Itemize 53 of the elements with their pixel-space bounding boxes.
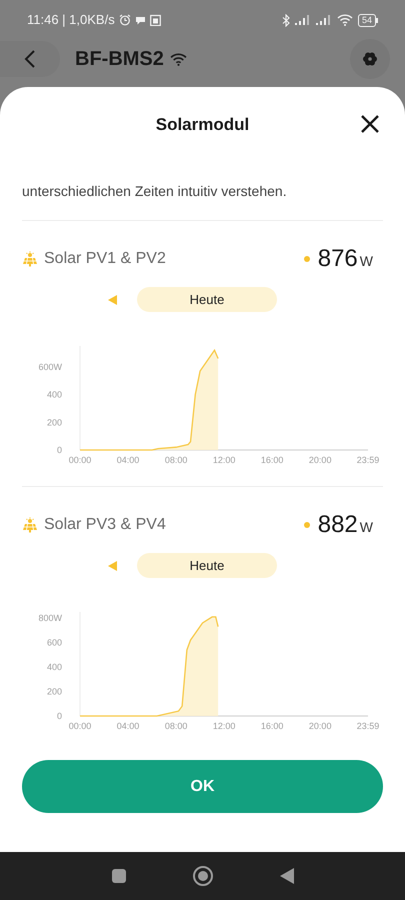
axis-label: 200 xyxy=(46,686,62,697)
back-icon[interactable] xyxy=(278,867,294,885)
chevron-left-icon xyxy=(24,50,36,68)
axis-label: 20:00 xyxy=(308,455,332,465)
axis-label: 800W xyxy=(38,613,62,624)
axis-label: 400 xyxy=(46,662,62,672)
axis-label: 16:00 xyxy=(260,455,284,465)
axis-label: 12:00 xyxy=(212,455,236,465)
signal-icon xyxy=(294,15,311,25)
signal-icon xyxy=(316,15,332,25)
axis-label: 400 xyxy=(46,390,62,400)
chat-icon xyxy=(134,14,146,26)
power-value: 882 xyxy=(318,510,358,540)
recent-apps-icon[interactable] xyxy=(110,868,126,884)
axis-label: 00:00 xyxy=(68,455,92,465)
settings-button[interactable] xyxy=(350,39,390,79)
axis-label: 04:00 xyxy=(116,721,140,731)
home-icon[interactable] xyxy=(192,865,214,887)
wifi-icon xyxy=(170,52,187,66)
close-button[interactable] xyxy=(359,113,381,135)
axis-label: 600 xyxy=(46,638,62,648)
period-pill[interactable]: Heute xyxy=(137,287,277,312)
wifi-icon xyxy=(336,14,353,26)
bluetooth-icon xyxy=(282,14,290,26)
sheet-title: Solarmodul xyxy=(156,114,250,136)
power-value: 876 xyxy=(318,244,358,274)
axis-label: 00:00 xyxy=(68,721,92,731)
panel-title: Solar PV1 & PV2 xyxy=(44,249,166,269)
alarm-icon xyxy=(118,14,131,26)
axis-label: 200 xyxy=(46,417,62,428)
axis-label: 08:00 xyxy=(164,455,188,465)
axis-label: 04:00 xyxy=(116,455,140,465)
axis-label: 0 xyxy=(56,445,62,455)
panel-title: Solar PV3 & PV4 xyxy=(44,515,166,535)
device-title: BF-BMS2 xyxy=(75,47,164,72)
period-pill[interactable]: Heute xyxy=(137,553,277,578)
axis-label: 23:59 xyxy=(356,455,380,465)
solar-panel-icon xyxy=(22,251,38,267)
axis-label: 600W xyxy=(38,362,62,372)
solar-panel-icon xyxy=(22,517,38,533)
axis-label: 20:00 xyxy=(308,721,332,731)
flower-gear-icon xyxy=(362,51,378,67)
calendar-icon xyxy=(150,14,161,26)
axis-label: 12:00 xyxy=(212,721,236,731)
intro-text: unterschiedlichen Zeiten intuitiv verstehen. xyxy=(21,182,288,201)
status-time: 11:46 | 1,0KB/s xyxy=(27,11,115,30)
axis-label: 08:00 xyxy=(164,721,188,731)
axis-label: 23:59 xyxy=(356,721,380,731)
axis-label: 0 xyxy=(56,711,62,721)
battery-indicator: 54 xyxy=(358,14,378,26)
power-unit: W xyxy=(360,518,373,537)
axis-label: 16:00 xyxy=(260,721,284,731)
power-unit: W xyxy=(360,252,373,271)
